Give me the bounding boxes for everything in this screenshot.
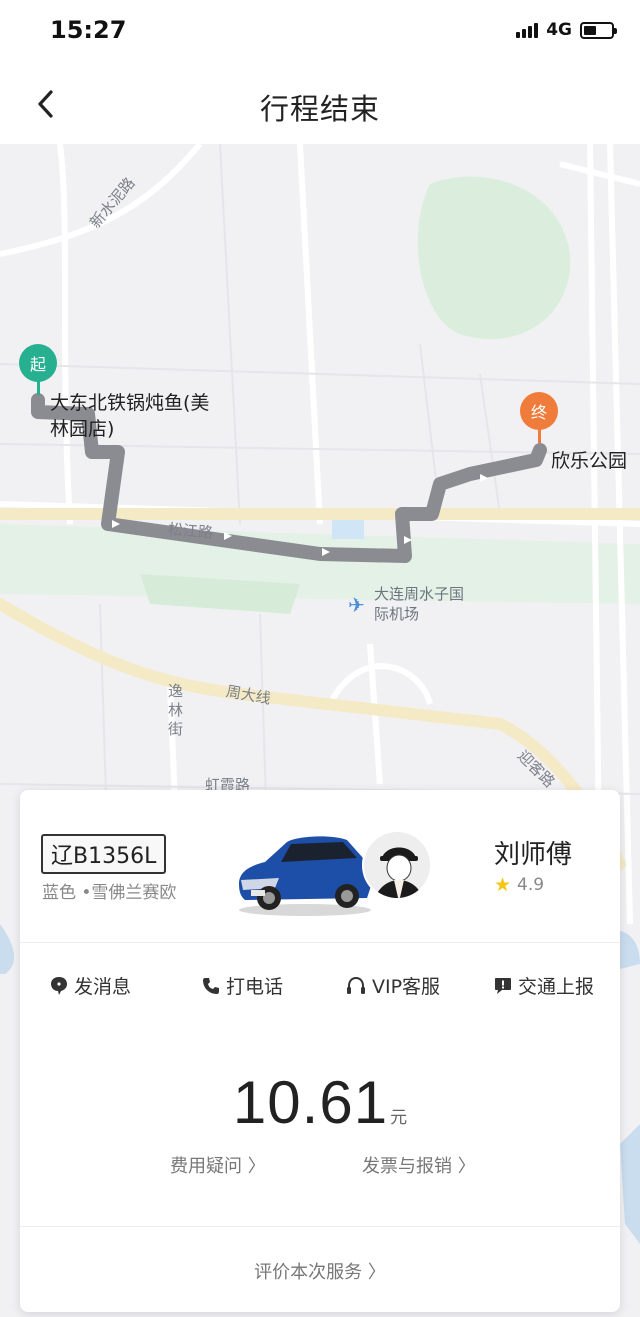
invoice-link[interactable]: 发票与报销 〉 [362,1152,476,1178]
license-plate: 辽B1356L [41,834,167,874]
divider [20,1226,620,1227]
network-type: 4G [546,20,572,40]
action-bar: 发消息 打电话 VIP客服 交通上报 [20,950,620,1020]
status-indicators: 4G [516,20,617,40]
status-bar: 15:27 4G [0,0,640,64]
end-pin: 终 [520,392,558,430]
car-image [239,836,372,916]
fare-unit: 元 [390,1108,408,1128]
action-label: VIP客服 [372,976,441,998]
start-pin: 起 [19,344,57,382]
end-pin-stem [538,429,541,443]
nav-bar: 行程结束 [0,64,640,144]
avatar[interactable] [362,830,432,900]
headset-icon [347,976,365,994]
fee-question-link[interactable]: 费用疑问 〉 [170,1152,266,1178]
divider [20,942,620,943]
start-pin-stem [37,381,40,395]
end-place-label: 欣乐公园 [551,450,628,472]
page-title: 行程结束 [259,92,380,126]
airport-label: 大连周水子国际机场 [374,585,465,623]
rate-service-button[interactable]: 评价本次服务 〉 [20,1258,620,1284]
start-place-label: 大东北铁锅炖鱼(美林园店) [50,392,210,440]
airplane-icon: ✈ [348,593,365,617]
action-label: 发消息 [74,976,132,998]
rating-value: 4.9 [517,875,545,895]
vip-service-button[interactable]: VIP客服 [346,972,440,999]
car-description: 蓝色 •雪佛兰赛欧 [42,883,177,903]
driver-name: 刘师傅 [494,840,573,870]
battery-icon [580,21,617,39]
battery-level [584,25,596,35]
driver-avatar-icon [364,832,430,898]
fare-display: 10.61 元 [20,1068,620,1137]
action-label: 打电话 [226,976,284,998]
road-label: 逸林街 [168,682,184,738]
trip-card: 辽B1356L 蓝色 •雪佛兰赛欧 刘师傅 ★ 4.9 发消息 打电话 VIP客… [20,790,620,1312]
signal-icon [516,22,539,38]
fare-amount: 10.61 [232,1069,389,1136]
star-icon: ★ [494,874,512,896]
traffic-report-button[interactable]: 交通上报 [494,972,594,999]
status-time: 15:27 [50,16,127,44]
report-icon [495,977,511,994]
phone-icon [203,977,219,994]
message-icon [51,976,67,995]
call-driver-button[interactable]: 打电话 [202,972,283,999]
action-label: 交通上报 [518,976,595,998]
road-label: 松江路 [167,520,214,542]
driver-rating: ★ 4.9 [494,874,544,896]
message-driver-button[interactable]: 发消息 [50,972,131,999]
